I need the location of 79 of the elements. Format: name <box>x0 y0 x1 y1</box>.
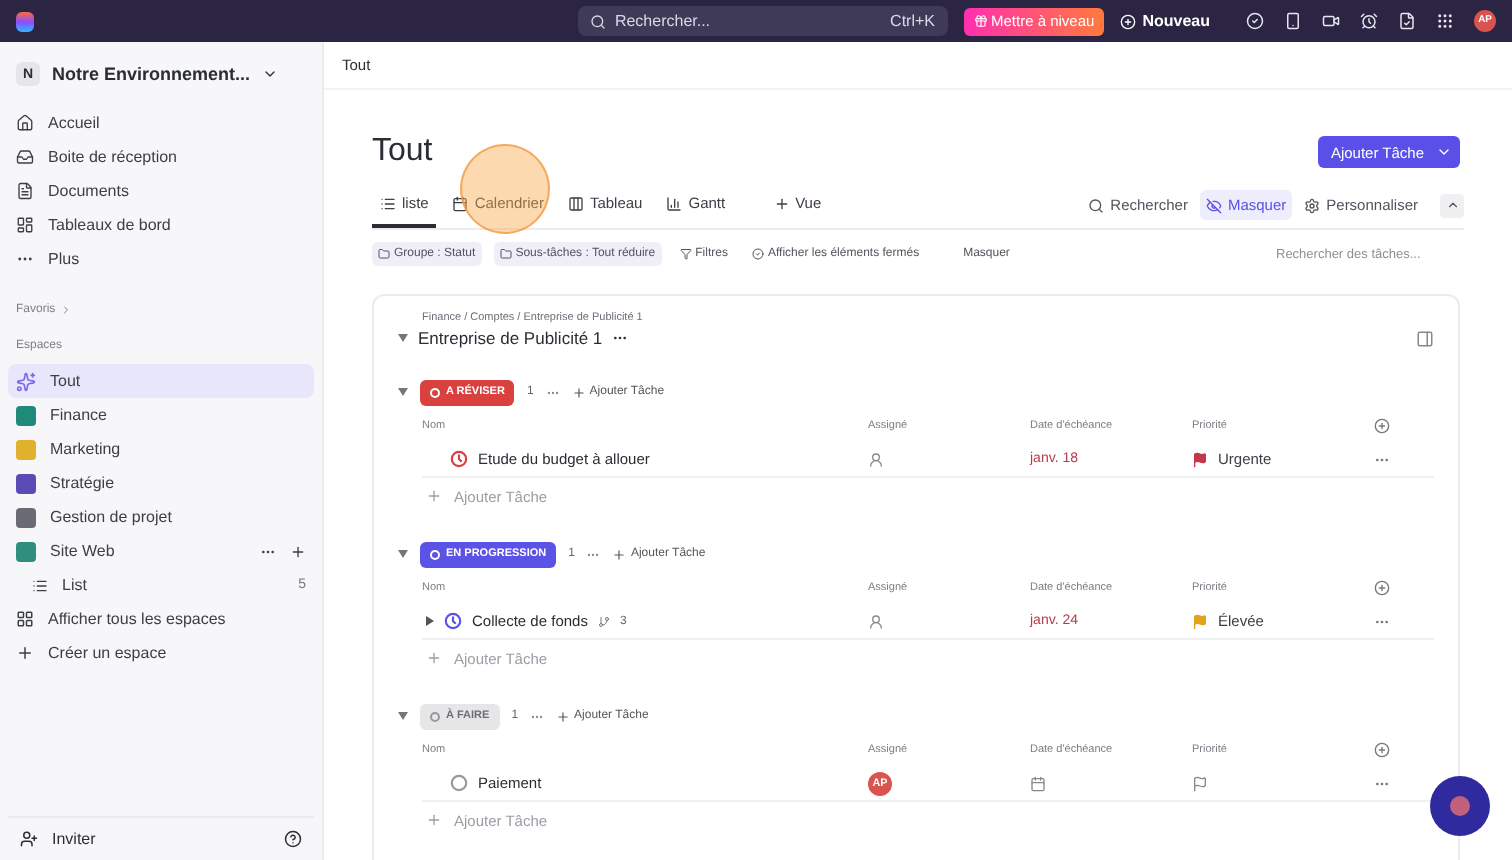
search-field[interactable]: Rechercher... Ctrl+K <box>578 6 947 36</box>
plus-icon <box>426 812 442 828</box>
search-icon <box>590 13 607 29</box>
video-icon[interactable] <box>1322 12 1340 30</box>
plus-circle-icon[interactable] <box>1374 741 1390 757</box>
grid-icon <box>16 610 34 628</box>
plus-icon <box>556 709 571 723</box>
subtask-icon <box>597 615 610 627</box>
search-placeholder: Rechercher... <box>614 12 711 30</box>
plus-circle-icon <box>1120 13 1137 29</box>
eye-off-icon <box>1205 197 1222 213</box>
sidebar-item[interactable]: Plus <box>8 242 314 276</box>
plus-icon <box>426 488 442 504</box>
space-item[interactable]: Finance <box>8 398 314 432</box>
caret-down-icon[interactable] <box>398 388 408 396</box>
plus-icon <box>426 650 442 666</box>
sidebar-item[interactable]: Boite de réception <box>8 140 314 174</box>
panel-icon[interactable] <box>1416 329 1434 347</box>
caret-right-icon[interactable] <box>426 616 434 626</box>
space-item[interactable]: Tout <box>8 364 314 398</box>
click-highlight <box>460 144 550 234</box>
plus-icon <box>612 547 627 561</box>
inbox-icon <box>16 148 34 166</box>
caret-down-icon[interactable] <box>398 334 408 342</box>
check-circle-icon[interactable] <box>1246 12 1264 30</box>
assign-user-icon[interactable] <box>868 613 884 629</box>
search-icon <box>1088 197 1105 213</box>
chevron-up-icon <box>1445 198 1459 212</box>
shortcut-label: Ctrl+K <box>890 12 935 30</box>
invite-link[interactable]: Inviter <box>52 830 270 848</box>
new-button[interactable]: Nouveau <box>1120 12 1210 30</box>
space-item[interactable]: Stratégie <box>8 466 314 500</box>
create-space-link[interactable]: Créer un espace <box>8 636 314 670</box>
board-icon <box>567 195 584 211</box>
show-all-spaces-link[interactable]: Afficher tous les espaces <box>8 602 314 636</box>
chevron-down-icon <box>262 66 279 82</box>
collapse-button[interactable] <box>1440 193 1464 217</box>
plus-icon <box>16 644 34 662</box>
chevron-right-icon <box>59 304 72 316</box>
chat-bubble-button[interactable] <box>1430 776 1490 836</box>
logo-icon[interactable] <box>16 11 35 31</box>
page-title: Tout <box>372 134 433 170</box>
caret-down-icon[interactable] <box>398 712 408 720</box>
space-item[interactable]: Site Web <box>8 534 314 568</box>
assign-user-icon[interactable] <box>868 451 884 467</box>
plus-icon[interactable] <box>290 543 306 559</box>
space-item[interactable]: Gestion de projet <box>8 500 314 534</box>
chevron-down-icon <box>1436 144 1452 160</box>
plus-circle-icon[interactable] <box>1374 417 1390 433</box>
flag-icon[interactable] <box>1192 775 1208 791</box>
plus-icon <box>571 385 586 399</box>
status-circle-icon[interactable] <box>450 774 468 792</box>
sidebar-item[interactable]: Tableaux de bord <box>8 208 314 242</box>
space-item[interactable]: Marketing <box>8 432 314 466</box>
caret-down-icon[interactable] <box>398 550 408 558</box>
document-icon <box>16 182 34 200</box>
home-icon <box>16 114 34 132</box>
calendar-icon[interactable] <box>1030 775 1046 791</box>
alarm-clock-icon[interactable] <box>1360 12 1378 30</box>
gantt-icon <box>666 195 683 211</box>
apps-grid-icon[interactable] <box>1436 12 1454 30</box>
sidebar-item[interactable]: Accueil <box>8 106 314 140</box>
check-circle-icon <box>751 248 764 260</box>
list-title: Entreprise de Publicité 1 <box>418 328 603 348</box>
document-icon[interactable] <box>1398 12 1416 30</box>
add-user-icon <box>20 830 38 848</box>
dashboard-icon <box>16 216 34 234</box>
list-icon <box>380 195 396 211</box>
list-icon <box>32 577 48 593</box>
calendar-icon <box>452 195 469 211</box>
plus-icon <box>773 195 790 211</box>
gift-icon <box>973 14 987 28</box>
plus-circle-icon[interactable] <box>1374 579 1390 595</box>
help-icon[interactable] <box>284 830 302 848</box>
settings-icon <box>1304 197 1321 213</box>
sidebar-item[interactable]: Documents <box>8 174 314 208</box>
filter-icon <box>679 248 692 260</box>
status-circle-icon[interactable] <box>444 612 462 630</box>
status-circle-icon[interactable] <box>450 450 468 468</box>
